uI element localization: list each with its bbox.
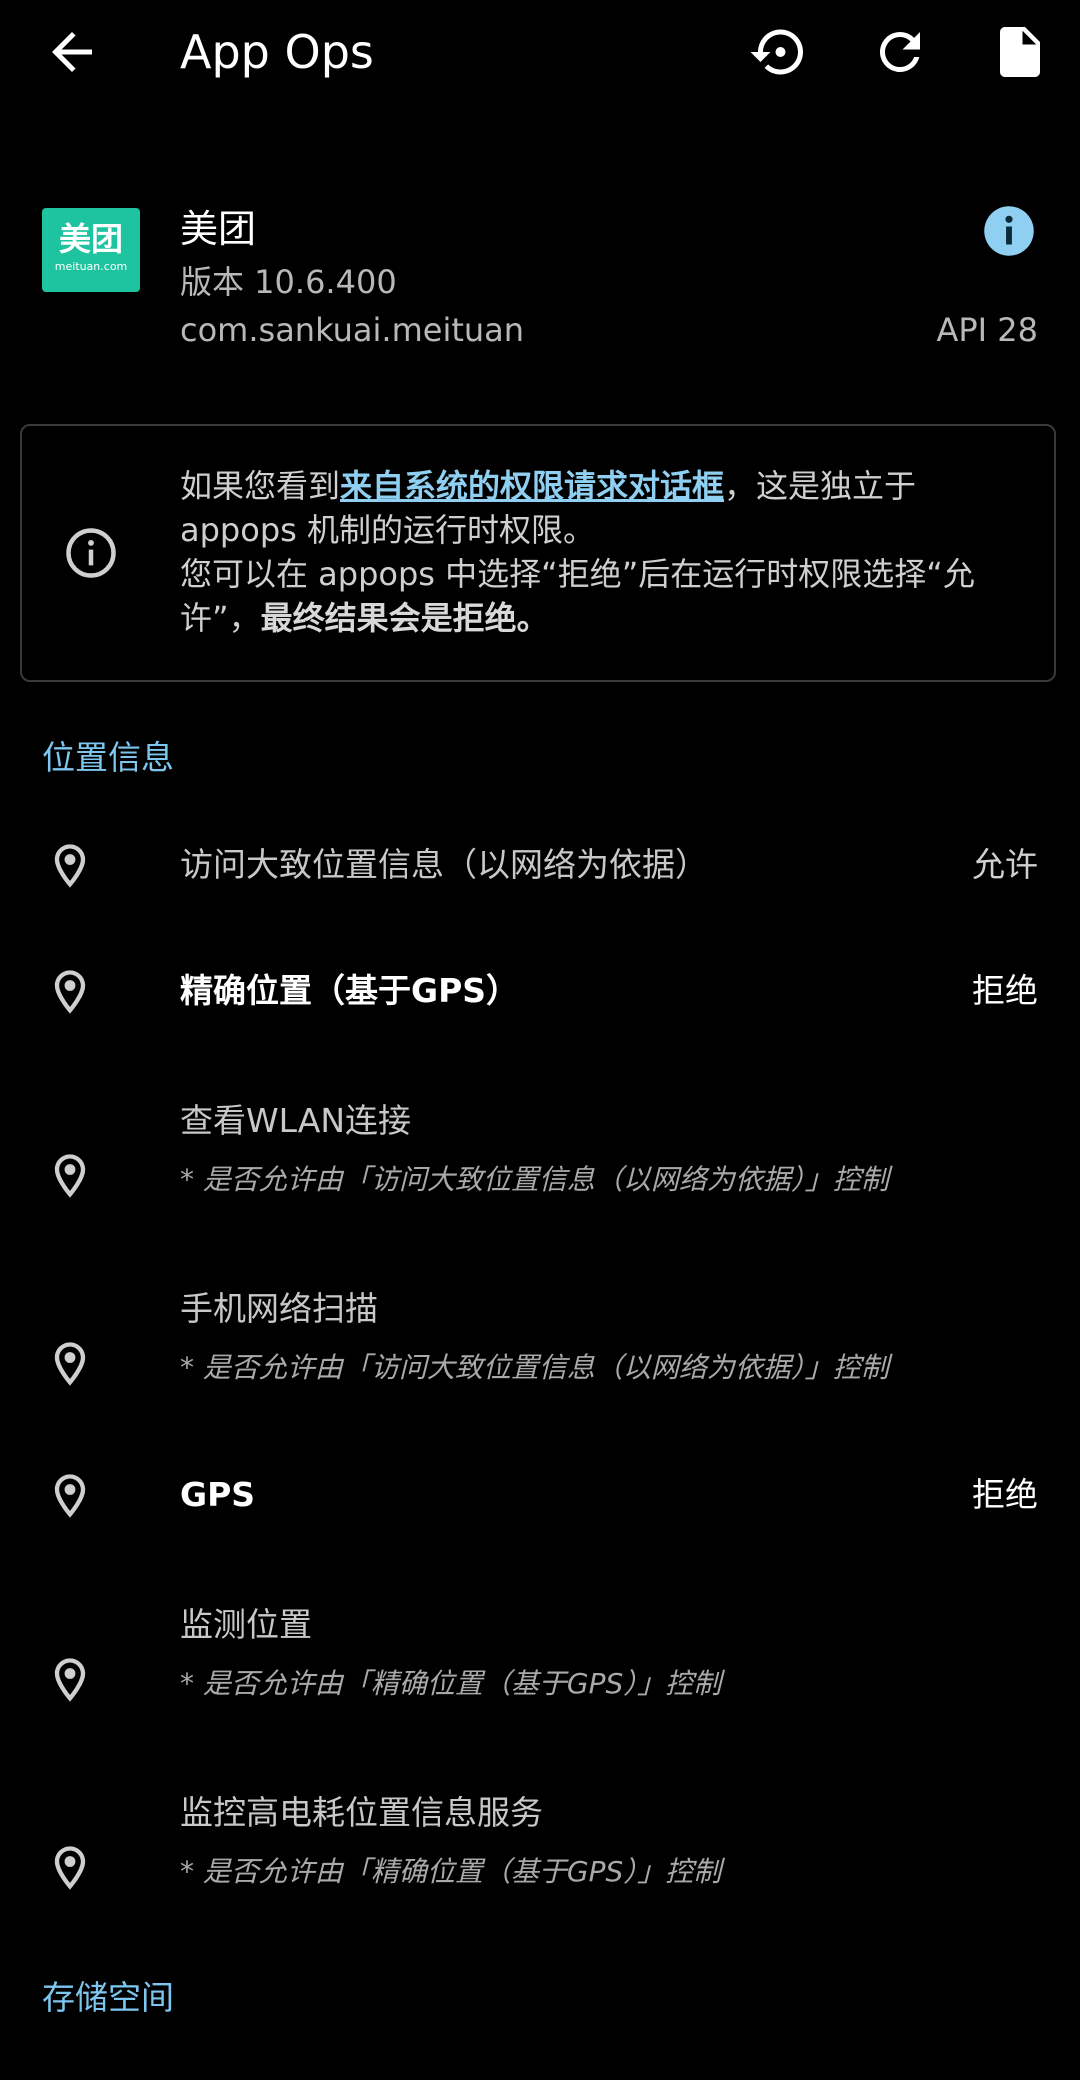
system-permission-dialog-link[interactable]: 来自系统的权限请求对话框 (340, 467, 724, 505)
location-pin-icon (44, 1150, 96, 1202)
refresh-icon (879, 31, 920, 72)
permission-status: 允许 (972, 845, 1038, 884)
permission-label: 手机网络扫描 (180, 1289, 378, 1328)
refresh-button[interactable] (870, 22, 930, 82)
notice-text: 如果您看到来自系统的权限请求对话框，这是独立于 appops 机制的运行时权限。… (180, 464, 1030, 640)
permission-row-gps[interactable]: GPS 拒绝 (0, 1448, 1080, 1544)
location-pin-icon (44, 1338, 96, 1390)
runtime-permission-notice-card: 如果您看到来自系统的权限请求对话框，这是独立于 appops 机制的运行时权限。… (20, 424, 1056, 682)
info-outline-icon (64, 526, 118, 580)
permission-status: 拒绝 (972, 1475, 1038, 1514)
permission-row-coarse-location[interactable]: 访问大致位置信息（以网络为依据） 允许 (0, 818, 1080, 914)
page-title: App Ops (180, 25, 374, 79)
app-icon-logo-text: 美团 (58, 220, 123, 258)
permission-row-monitor-high-power-location[interactable]: 监控高电耗位置信息服务 * 是否允许由「精确位置（基于GPS）」控制 (0, 1782, 1080, 1932)
app-name: 美团 (180, 207, 257, 251)
app-icon: 美团 meituan.com (42, 208, 140, 292)
api-level-label: API 28 (936, 311, 1038, 349)
notice-text-intro: 如果您看到 (180, 467, 341, 505)
location-pin-icon (44, 1470, 96, 1522)
location-pin-icon (44, 1654, 96, 1706)
section-header-storage: 存储空间 (42, 1978, 174, 2017)
info-circle-icon (984, 206, 1034, 256)
export-file-button[interactable] (990, 22, 1050, 82)
permission-subtitle: * 是否允许由「精确位置（基于GPS）」控制 (180, 1667, 722, 1700)
app-version: 版本 10.6.400 (180, 263, 397, 301)
app-ops-screen: App Ops 美团 meituan.com 美团 版本 10.6.400 co… (0, 0, 1080, 2080)
location-pin-icon (44, 966, 96, 1018)
app-bar: App Ops (0, 0, 1080, 104)
permission-status: 拒绝 (972, 971, 1038, 1010)
permission-subtitle: * 是否允许由「访问大致位置信息（以网络为依据）」控制 (180, 1351, 889, 1384)
permission-subtitle: * 是否允许由「访问大致位置信息（以网络为依据）」控制 (180, 1163, 889, 1196)
app-icon-logo-subtext: meituan.com (54, 260, 128, 273)
notice-text-bold: 最终结果会是拒绝 (260, 599, 517, 637)
permission-label: 监控高电耗位置信息服务 (180, 1793, 543, 1832)
location-pin-icon (44, 1842, 96, 1894)
section-header-location: 位置信息 (42, 738, 174, 777)
permission-label: 精确位置（基于GPS） (180, 971, 520, 1010)
notice-text-end: 。 (516, 599, 549, 637)
file-icon (1000, 27, 1040, 77)
restore-button[interactable] (748, 22, 808, 82)
permission-subtitle: * 是否允许由「精确位置（基于GPS）」控制 (180, 1855, 722, 1888)
restore-history-icon (750, 29, 803, 75)
permission-label: 监测位置 (180, 1605, 312, 1644)
back-button[interactable] (42, 22, 102, 82)
arrow-back-icon (52, 32, 92, 72)
permission-row-wifi-scan[interactable]: 查看WLAN连接 * 是否允许由「访问大致位置信息（以网络为依据）」控制 (0, 1090, 1080, 1240)
permission-label: 查看WLAN连接 (180, 1101, 412, 1140)
permission-row-monitor-location[interactable]: 监测位置 * 是否允许由「精确位置（基于GPS）」控制 (0, 1594, 1080, 1744)
permission-row-cell-scan[interactable]: 手机网络扫描 * 是否允许由「访问大致位置信息（以网络为依据）」控制 (0, 1278, 1080, 1428)
app-info-button[interactable] (982, 204, 1036, 258)
permission-label: 访问大致位置信息（以网络为依据） (180, 845, 708, 884)
app-package-name: com.sankuai.meituan (180, 311, 525, 349)
permission-row-fine-location[interactable]: 精确位置（基于GPS） 拒绝 (0, 944, 1080, 1040)
location-pin-icon (44, 840, 96, 892)
permission-label: GPS (180, 1475, 256, 1514)
